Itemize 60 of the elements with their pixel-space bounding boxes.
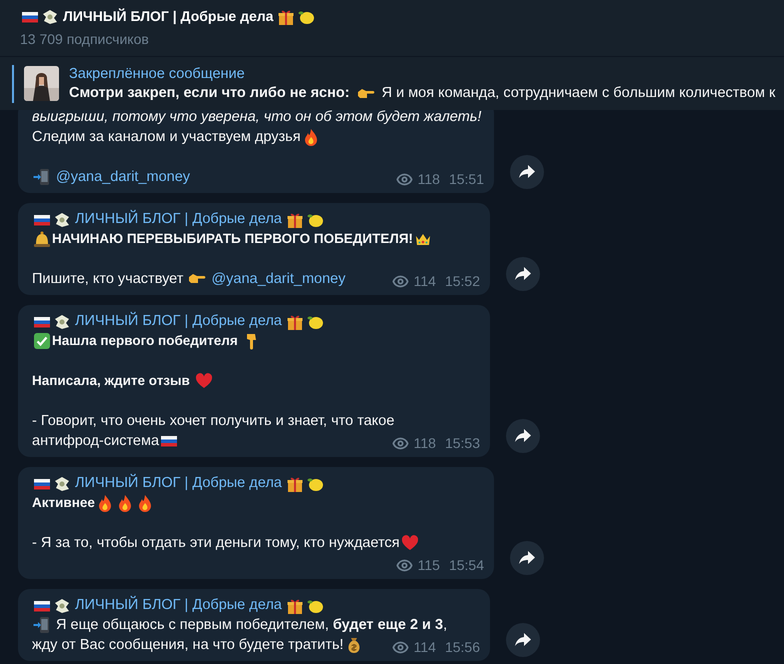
bell-icon — [33, 230, 51, 248]
forward-icon — [515, 429, 531, 443]
pinned-label: Закреплённое сообщение — [69, 64, 246, 84]
message-text: НАЧИНАЮ ПЕРЕВЫБИРАТЬ ПЕРВОГО ПОБЕДИТЕЛЯ! — [52, 231, 414, 246]
message-time: 15:51 — [448, 170, 484, 189]
message-text: Я еще общаюсь с первым победителем, будет еще 2 и 3, — [55, 617, 448, 633]
forward-button[interactable] — [506, 419, 540, 453]
views-icon — [392, 272, 409, 290]
forward-button[interactable] — [506, 257, 540, 291]
message-text: - Я за то, чтобы отдать эти деньги тому, кто нуждается — [32, 535, 400, 551]
gift-icon — [286, 312, 304, 330]
message-text: Активнее — [32, 495, 95, 510]
forward-button[interactable] — [510, 541, 544, 575]
channel-title: ЛИЧНЫЙ БЛОГ | Добрые дела — [63, 7, 274, 26]
subscriber-count: 13 709 подписчиков — [20, 30, 150, 49]
pinned-text: Я и моя команда, сотрудничаем с большим количеством к — [382, 84, 776, 102]
pinned-message-bar[interactable]: Закреплённое сообщение Смотри закреп, если что либо не ясно: Я и моя команда, сотрудничаем с большим количеством к — [0, 56, 784, 110]
message-text: - Говорит, что очень хочет получить и знает, что такое — [32, 413, 394, 429]
views-icon — [396, 170, 413, 188]
message-text: Следим за каналом и участвуем друзья — [32, 129, 301, 145]
username-link[interactable]: @yana_darit_money — [207, 271, 346, 287]
views-icon — [392, 434, 409, 452]
pinned-lead: Смотри закреп, если что либо не ясно: — [69, 84, 350, 102]
forward-icon — [515, 633, 531, 647]
phone-with-arrow-icon — [33, 168, 51, 186]
heart-icon — [400, 534, 419, 552]
message-text: жду от Вас сообщения, на что будете тратить! — [32, 637, 344, 653]
phone-with-arrow-icon — [33, 616, 51, 634]
author-name[interactable]: ЛИЧНЫЙ БЛОГ | Добрые дела — [75, 595, 282, 615]
message-text: выигрыши, потому что уверена, что он об этом будет жалеть! — [32, 110, 482, 125]
heart-icon — [194, 372, 213, 390]
forward-button[interactable] — [506, 623, 540, 657]
username-link[interactable]: @yana_darit_money — [52, 169, 190, 185]
view-count: 118 — [414, 434, 436, 453]
views-icon — [392, 638, 409, 656]
message-text: Написала, ждите отзыв — [32, 373, 191, 388]
check-icon — [33, 332, 51, 350]
author-name[interactable]: ЛИЧНЫЙ БЛОГ | Добрые дела — [75, 473, 282, 493]
forward-icon — [515, 267, 531, 281]
gift-icon — [286, 474, 304, 492]
view-count: 118 — [418, 170, 440, 189]
gift-icon — [286, 596, 304, 614]
view-count: 114 — [414, 272, 436, 291]
forward-icon — [519, 551, 535, 565]
author-name[interactable]: ЛИЧНЫЙ БЛОГ | Добрые дела — [75, 209, 282, 229]
view-count: 114 — [414, 638, 436, 657]
message-text: Пишите, кто участвует — [32, 271, 184, 287]
message-text: Нашла первого победителя — [52, 333, 239, 348]
message-time: 15:56 — [444, 638, 480, 657]
message-text: антифрод-система — [32, 433, 160, 449]
message-time: 15:53 — [444, 434, 480, 453]
forward-button[interactable] — [510, 155, 544, 189]
message-time: 15:52 — [444, 272, 480, 291]
forward-icon — [519, 165, 535, 179]
message-time: 15:54 — [448, 556, 484, 575]
gift-icon — [277, 8, 296, 26]
views-icon — [396, 556, 413, 574]
gift-icon — [286, 210, 304, 228]
author-name[interactable]: ЛИЧНЫЙ БЛОГ | Добрые дела — [75, 311, 282, 331]
view-count: 115 — [418, 556, 440, 575]
